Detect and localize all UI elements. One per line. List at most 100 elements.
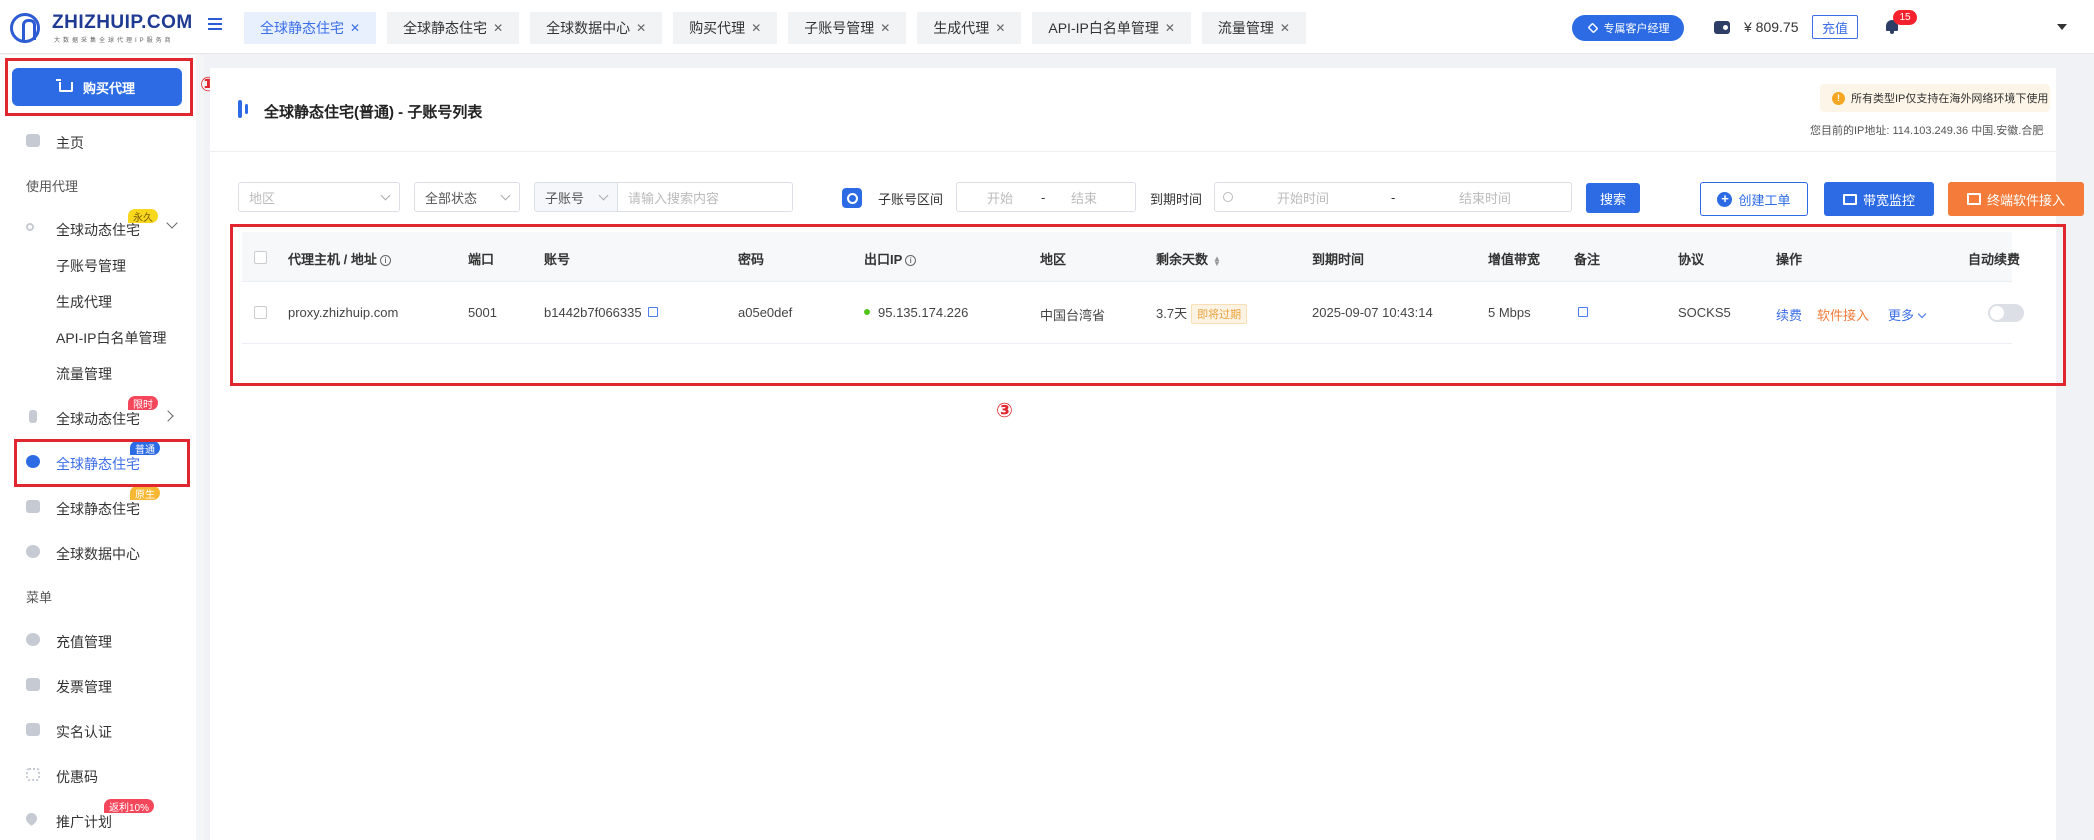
sidebar-item-generate-proxy[interactable]: 生成代理: [0, 281, 196, 317]
sidebar-item-realname[interactable]: 实名认证: [0, 711, 196, 747]
section-title-menu: 菜单: [26, 590, 53, 605]
search-input[interactable]: 请输入搜索内容: [617, 182, 793, 212]
close-icon[interactable]: ✕: [493, 21, 503, 35]
tab-label: API-IP白名单管理: [1048, 20, 1159, 36]
database-icon: [26, 545, 40, 558]
sidebar-item-label: 充值管理: [56, 634, 112, 650]
sidebar-item-subaccount[interactable]: 子账号管理: [0, 245, 196, 281]
brand-logo[interactable]: ZHIZHUIP.COM 大数据采集全球代理IP服务商: [10, 9, 200, 45]
terminal-access-label: 终端软件接入: [1986, 192, 2065, 208]
tab-traffic[interactable]: 流量管理 ✕: [1201, 12, 1306, 44]
status-select[interactable]: 全部状态: [414, 182, 520, 212]
highlight-box-buy: [5, 58, 193, 116]
sidebar-item-invoice[interactable]: 发票管理: [0, 666, 196, 702]
promo-badge: 返利10%: [104, 799, 155, 814]
link-icon: [26, 223, 34, 231]
sidebar-item-datacenter[interactable]: 全球数据中心: [0, 533, 196, 569]
limited-badge: 限时: [128, 396, 158, 411]
tab-label: 全球静态住宅: [403, 20, 488, 36]
brand-name: ZHIZHUIP.COM: [52, 12, 193, 33]
forever-badge: 永久: [128, 209, 158, 224]
user-menu-caret-icon[interactable]: [2057, 24, 2067, 30]
region-select[interactable]: 地区: [238, 182, 400, 212]
invoice-icon: [26, 678, 40, 691]
tab-label: 购买代理: [689, 20, 746, 36]
sidebar-item-label: API-IP白名单管理: [56, 330, 167, 346]
expire-start-placeholder: 开始时间: [1277, 190, 1330, 206]
sidebar-item-recharge[interactable]: 充值管理: [0, 621, 196, 657]
terminal-access-button[interactable]: 终端软件接入: [1948, 182, 2084, 216]
chevron-down-icon: [500, 190, 511, 201]
close-icon[interactable]: ✕: [1280, 21, 1290, 35]
chevron-down-icon: [166, 217, 178, 229]
sidebar-item-dynamic-forever[interactable]: 全球动态住宅 永久: [0, 209, 196, 245]
house-icon: [26, 500, 40, 513]
create-ticket-label: 创建工单: [1738, 192, 1791, 208]
page-title: 全球静态住宅(普通) - 子账号列表: [264, 104, 483, 121]
range-start-placeholder: 开始: [987, 190, 1014, 206]
tab-api-whitelist[interactable]: API-IP白名单管理 ✕: [1032, 12, 1191, 44]
search-field-select[interactable]: 子账号: [534, 182, 618, 212]
highlight-box-table: [230, 224, 2066, 386]
tab-buy-proxy[interactable]: 购买代理 ✕: [673, 12, 778, 44]
sidebar-item-dynamic-limited[interactable]: 全球动态住宅 限时: [0, 396, 196, 434]
tab-generate-proxy[interactable]: 生成代理 ✕: [917, 12, 1022, 44]
sidebar-scrollbar[interactable]: [196, 55, 204, 840]
tab-datacenter[interactable]: 全球数据中心 ✕: [530, 12, 663, 44]
create-ticket-button[interactable]: + 创建工单: [1700, 182, 1808, 216]
chart-icon: [1842, 193, 1857, 205]
annotation-three: ③: [996, 400, 1013, 422]
sidebar-item-label: 流量管理: [56, 366, 112, 382]
sidebar-item-label: 生成代理: [56, 294, 112, 310]
sidebar-item-label: 全球数据中心: [56, 546, 140, 562]
search-button[interactable]: 搜索: [1586, 183, 1640, 213]
sidebar-item-label: 子账号管理: [56, 258, 126, 274]
sidebar-item-label: 发票管理: [56, 679, 112, 695]
sidebar-item-home[interactable]: 主页: [0, 122, 196, 158]
sidebar-item-label: 主页: [56, 135, 84, 151]
close-icon[interactable]: ✕: [751, 21, 761, 35]
title-accent: [238, 100, 242, 118]
sidebar-item-api-whitelist[interactable]: API-IP白名单管理: [0, 317, 196, 353]
sidebar-item-static-native[interactable]: 全球静态住宅 原生: [0, 486, 196, 524]
account-manager-button[interactable]: 专属客户经理: [1572, 15, 1684, 41]
page-header: 全球静态住宅(普通) - 子账号列表 ! 所有类型IP仅支持在海外网络环境下使用…: [210, 68, 2056, 152]
sidebar-item-coupon[interactable]: 优惠码: [0, 756, 196, 792]
expire-end-placeholder: 结束时间: [1459, 190, 1512, 206]
sidebar-item-label: 优惠码: [56, 769, 98, 785]
notice-text: 所有类型IP仅支持在海外网络环境下使用: [1851, 93, 2049, 105]
status-select-value: 全部状态: [425, 190, 478, 206]
recharge-button[interactable]: 充值: [1812, 15, 1858, 39]
close-icon[interactable]: ✕: [350, 21, 360, 35]
main-content: 全球静态住宅(普通) - 子账号列表 ! 所有类型IP仅支持在海外网络环境下使用…: [210, 68, 2084, 840]
chevron-down-icon: [598, 190, 609, 201]
current-ip-info: 您目前的IP地址: 114.103.249.36 中国.安徽.合肥: [1810, 125, 2044, 137]
tab-subaccount[interactable]: 子账号管理 ✕: [788, 12, 907, 44]
sidebar-item-label: 推广计划: [56, 814, 112, 830]
grid-icon: [26, 768, 40, 781]
close-icon[interactable]: ✕: [636, 21, 646, 35]
account-manager-label: 专属客户经理: [1603, 23, 1670, 35]
tab-label: 生成代理: [933, 20, 990, 36]
tab-static-residential-1[interactable]: 全球静态住宅 ✕: [244, 12, 377, 44]
close-icon[interactable]: ✕: [880, 21, 890, 35]
range-input[interactable]: 开始 - 结束: [956, 182, 1136, 212]
menu-toggle-icon[interactable]: [208, 18, 222, 30]
sidebar-item-promo[interactable]: 推广计划 返利10%: [0, 799, 196, 837]
expire-date-range[interactable]: 开始时间 - 结束时间: [1214, 182, 1572, 212]
plus-icon: +: [1717, 191, 1733, 207]
search-icon[interactable]: [842, 188, 862, 208]
tab-label: 全球静态住宅: [260, 20, 344, 36]
sidebar-item-traffic[interactable]: 流量管理: [0, 353, 196, 389]
heart-icon: [23, 810, 40, 827]
tab-static-residential-2[interactable]: 全球静态住宅 ✕: [387, 12, 520, 44]
sidebar-item-label: 全球静态住宅: [56, 501, 140, 517]
title-accent-small: [245, 104, 248, 114]
close-icon[interactable]: ✕: [995, 21, 1005, 35]
bandwidth-monitor-button[interactable]: 带宽监控: [1824, 182, 1934, 216]
warning-icon: !: [1832, 91, 1845, 105]
close-icon[interactable]: ✕: [1165, 21, 1175, 35]
clock-icon: [1223, 192, 1233, 202]
bandwidth-monitor-label: 带宽监控: [1862, 192, 1915, 208]
tab-label: 子账号管理: [804, 20, 875, 36]
